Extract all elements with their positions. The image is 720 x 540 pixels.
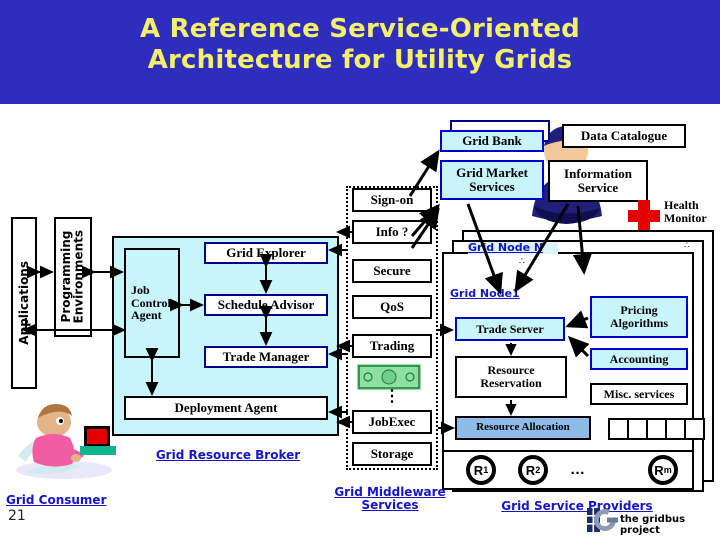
slide-root: A Reference Service-Oriented Architectur…: [0, 0, 720, 540]
connector-arrows: [22, 149, 592, 435]
